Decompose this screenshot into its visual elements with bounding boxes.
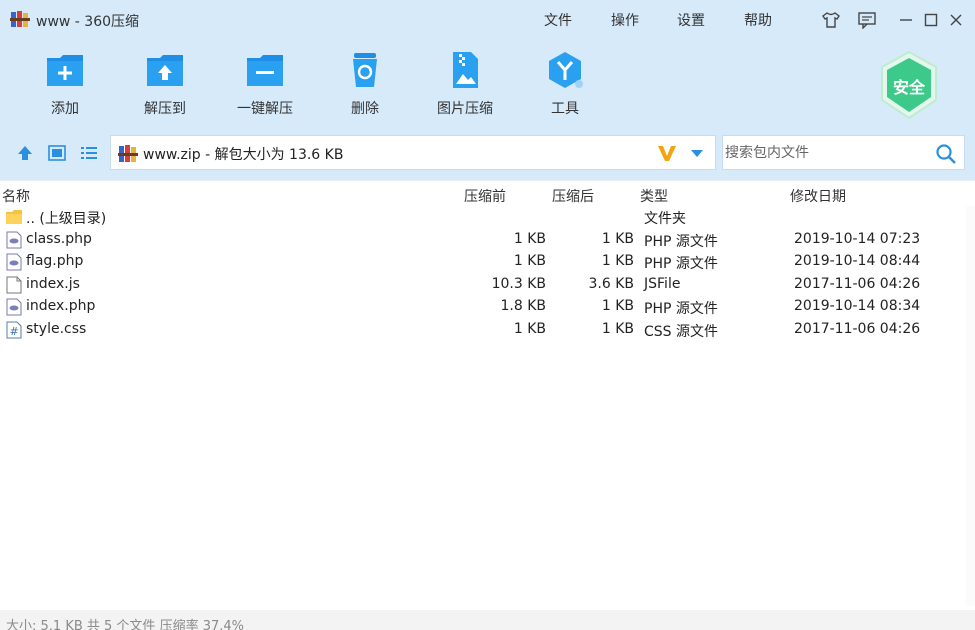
recycle-bin-icon: [353, 53, 377, 87]
list-view-icon[interactable]: [78, 142, 100, 164]
column-original-size[interactable]: 压缩后: [552, 186, 594, 206]
file-date: 2019-10-14 08:34: [794, 298, 921, 314]
file-compressed-size: 1 KB: [513, 253, 546, 269]
menu-operation[interactable]: 操作: [611, 10, 639, 30]
chevron-down-icon[interactable]: [689, 145, 705, 161]
extract-to-label: 解压到: [144, 101, 186, 117]
column-type[interactable]: 类型: [640, 186, 668, 206]
file-compressed-size: 1 KB: [513, 231, 546, 247]
file-name: style.css: [26, 321, 87, 337]
folder-icon: [6, 210, 22, 224]
file-name: .. (上级目录): [26, 211, 107, 227]
status-bar: 大小: 5.1 KB 共 5 个文件 压缩率 37.4%: [0, 610, 975, 630]
extract-folder-icon: [147, 55, 183, 86]
file-original-size: 1 KB: [601, 253, 634, 269]
add-button[interactable]: 添加: [25, 50, 105, 122]
security-badge[interactable]: 安全: [878, 50, 940, 120]
column-compressed-size[interactable]: 压缩前: [464, 186, 506, 206]
header: www - 360压缩 文件 操作 设置 帮助 添加 解压到 一键解压 删除 图…: [0, 0, 975, 180]
file-name: flag.php: [26, 253, 84, 269]
extract-to-button[interactable]: 解压到: [125, 50, 205, 122]
file-date: 2017-11-06 04:26: [794, 321, 921, 337]
file-compressed-size: 1 KB: [513, 321, 546, 337]
security-label: 安全: [892, 78, 925, 97]
address-bar[interactable]: www.zip - 解包大小为 13.6 KB: [110, 135, 716, 170]
php-file-icon: [6, 231, 22, 249]
file-row-class-php[interactable]: class.php 1 KB 1 KB PHP 源文件 2019-10-14 0…: [0, 229, 975, 251]
app-logo-icon: [10, 11, 30, 27]
zip-archive-icon: [118, 145, 138, 162]
image-compress-label: 图片压缩: [437, 101, 493, 117]
file-date: 2019-10-14 07:23: [794, 231, 921, 247]
file-name: index.js: [26, 276, 80, 292]
file-name: class.php: [26, 231, 92, 247]
file-date: 2019-10-14 08:44: [794, 253, 921, 269]
menu-file[interactable]: 文件: [544, 10, 572, 30]
thumbnail-view-icon[interactable]: [46, 142, 68, 164]
css-file-icon: #: [6, 321, 22, 339]
file-type: 文件夹: [644, 211, 686, 227]
file-row-parent[interactable]: .. (上级目录) 文件夹: [0, 206, 975, 228]
vertical-scrollbar[interactable]: [966, 206, 975, 606]
file-original-size: 3.6 KB: [588, 276, 635, 292]
file-original-size: 1 KB: [601, 321, 634, 337]
file-compressed-size: 10.3 KB: [491, 276, 546, 292]
file-row-index-php[interactable]: index.php 1.8 KB 1 KB PHP 源文件 2019-10-14…: [0, 296, 975, 318]
archive-path: www.zip - 解包大小为 13.6 KB: [143, 147, 344, 163]
maximize-icon[interactable]: [920, 9, 942, 31]
skin-shirt-icon[interactable]: [820, 9, 842, 31]
php-file-icon: [6, 298, 22, 316]
status-text: 大小: 5.1 KB 共 5 个文件 压缩率 37.4%: [6, 619, 244, 630]
svg-text:#: #: [10, 325, 19, 338]
minimize-icon[interactable]: [895, 9, 917, 31]
add-folder-icon: [47, 55, 83, 86]
close-icon[interactable]: [945, 9, 967, 31]
one-click-extract-button[interactable]: 一键解压: [225, 50, 305, 122]
file-type: JSFile: [644, 276, 681, 292]
tools-button[interactable]: 工具: [525, 50, 605, 122]
image-compress-button[interactable]: 图片压缩: [425, 50, 505, 122]
up-arrow-icon[interactable]: [14, 142, 36, 164]
file-row-style-css[interactable]: # style.css 1 KB 1 KB CSS 源文件 2017-11-06…: [0, 319, 975, 341]
one-click-extract-icon: [247, 55, 283, 86]
image-zip-icon: [453, 52, 478, 88]
column-name[interactable]: 名称: [2, 186, 30, 206]
generic-file-icon: [6, 276, 22, 294]
search-input[interactable]: [725, 142, 925, 164]
delete-button[interactable]: 删除: [325, 50, 405, 122]
search-box[interactable]: [722, 135, 965, 170]
window-title: www - 360压缩: [36, 14, 140, 30]
file-type: PHP 源文件: [644, 234, 718, 250]
file-name: index.php: [26, 298, 96, 314]
file-row-flag-php[interactable]: flag.php 1 KB 1 KB PHP 源文件 2019-10-14 08…: [0, 251, 975, 273]
file-date: 2017-11-06 04:26: [794, 276, 921, 292]
file-original-size: 1 KB: [601, 298, 634, 314]
v-logo-icon[interactable]: [656, 142, 678, 164]
column-modified-date[interactable]: 修改日期: [790, 186, 846, 206]
delete-label: 删除: [351, 101, 379, 117]
menu-help[interactable]: 帮助: [744, 10, 772, 30]
tools-label: 工具: [551, 101, 579, 117]
tools-cube-icon: [549, 52, 583, 88]
feedback-icon[interactable]: [856, 9, 878, 31]
search-icon[interactable]: [935, 143, 957, 165]
file-compressed-size: 1.8 KB: [500, 298, 547, 314]
one-click-extract-label: 一键解压: [237, 101, 293, 117]
file-list-header: 名称 压缩前 压缩后 类型 修改日期: [0, 180, 975, 206]
title-bar: www - 360压缩 文件 操作 设置 帮助: [0, 0, 975, 38]
file-type: PHP 源文件: [644, 301, 718, 317]
file-type: CSS 源文件: [644, 324, 718, 340]
file-row-index-js[interactable]: index.js 10.3 KB 3.6 KB JSFile 2017-11-0…: [0, 274, 975, 296]
file-type: PHP 源文件: [644, 256, 718, 272]
file-original-size: 1 KB: [601, 231, 634, 247]
php-file-icon: [6, 253, 22, 271]
menu-settings[interactable]: 设置: [677, 10, 705, 30]
add-label: 添加: [51, 101, 79, 117]
